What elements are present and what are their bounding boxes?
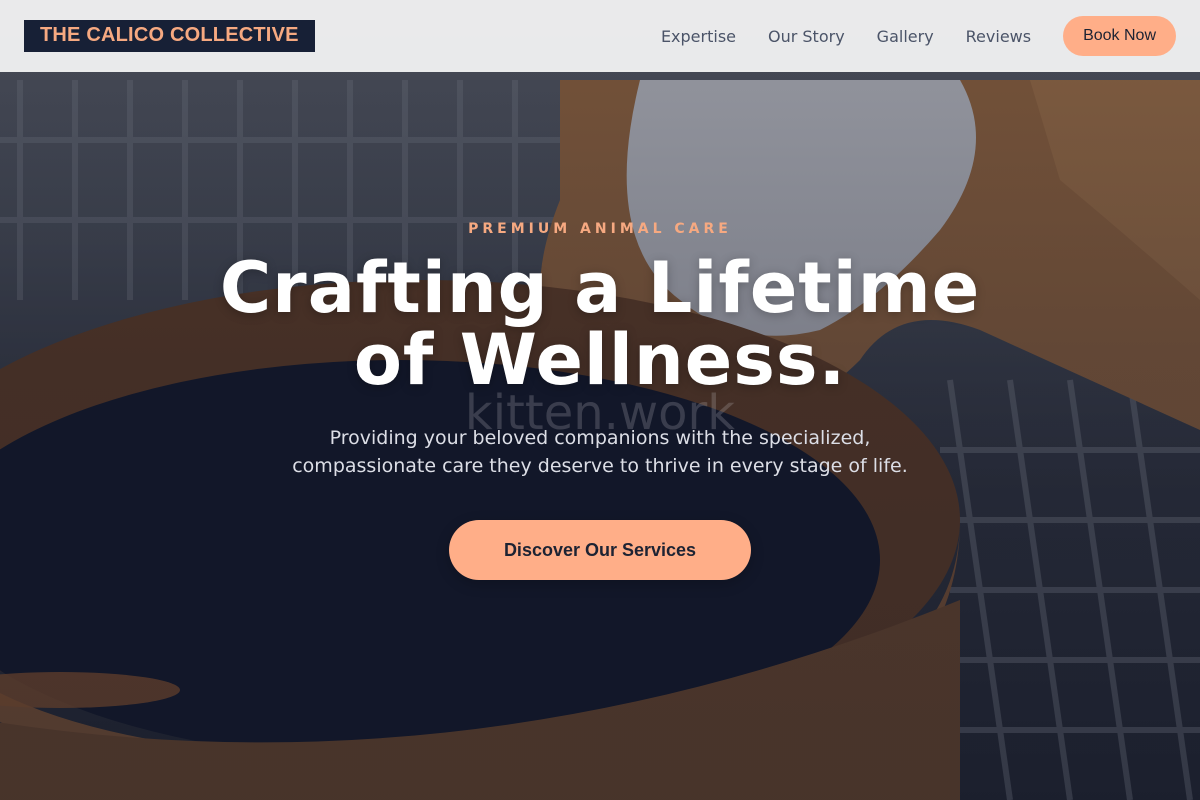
hero-eyebrow: PREMIUM ANIMAL CARE [468,221,732,237]
hero-headline: Crafting a Lifetime of Wellness. [0,252,1200,396]
hero-subtext-line1: Providing your beloved companions with t… [329,427,871,449]
discover-services-button[interactable]: Discover Our Services [449,520,751,580]
hero-section: PREMIUM ANIMAL CARE Crafting a Lifetime … [0,0,1200,800]
hero-subtext-line2: compassionate care they deserve to thriv… [292,455,908,477]
hero-subtext: Providing your beloved companions with t… [250,424,950,480]
hero-headline-line1: Crafting a Lifetime [219,247,981,329]
